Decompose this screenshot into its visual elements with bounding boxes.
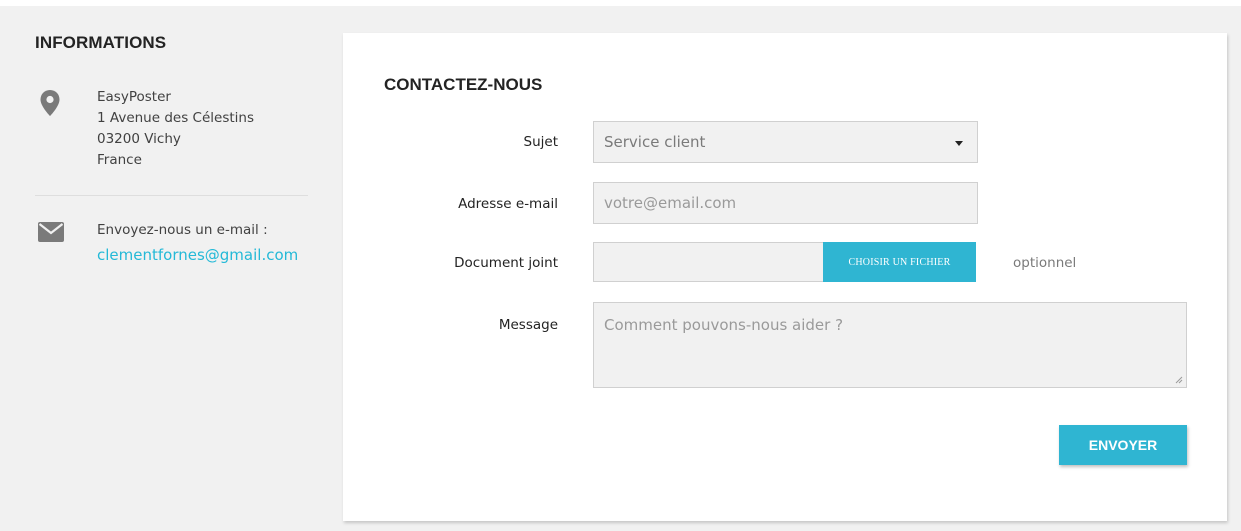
contact-page: INFORMATIONS EasyPoster 1 Avenue des Cél…: [0, 0, 1241, 531]
email-field[interactable]: votre@email.com: [593, 182, 978, 224]
address-city: 03200 Vichy: [97, 131, 181, 147]
message-placeholder: Comment pouvons-nous aider ?: [604, 316, 844, 334]
store-name: EasyPoster: [97, 89, 171, 105]
map-pin-icon: [40, 90, 60, 116]
store-info-sidebar: INFORMATIONS EasyPoster 1 Avenue des Cél…: [35, 33, 310, 264]
resize-handle-icon[interactable]: [1175, 376, 1183, 384]
choose-file-button[interactable]: CHOISIR UN FICHIER: [823, 242, 976, 282]
attachment-label: Document joint: [454, 255, 558, 271]
message-label: Message: [498, 317, 558, 333]
address-country: France: [97, 152, 142, 168]
store-address: EasyPoster 1 Avenue des Célestins 03200 …: [97, 87, 254, 171]
sidebar-divider: [35, 195, 308, 196]
subject-select[interactable]: Service client: [593, 121, 978, 163]
email-placeholder: votre@email.com: [604, 194, 737, 212]
address-block: EasyPoster 1 Avenue des Célestins 03200 …: [35, 87, 310, 177]
email-label: Envoyez-nous un e-mail :: [97, 222, 268, 238]
email-link[interactable]: clementfornes@gmail.com: [35, 243, 307, 268]
form-title: CONTACTEZ-NOUS: [384, 75, 543, 94]
sidebar-title: INFORMATIONS: [35, 33, 167, 52]
subject-selected-value: Service client: [604, 133, 706, 151]
message-textarea[interactable]: Comment pouvons-nous aider ?: [593, 302, 1187, 388]
email-field-label: Adresse e-mail: [458, 196, 558, 212]
attachment-filename-field[interactable]: [593, 242, 824, 282]
top-border: [0, 0, 1241, 6]
address-street: 1 Avenue des Célestins: [97, 110, 254, 126]
envelope-icon: [38, 222, 64, 242]
attachment-optional-hint: optionnel: [1013, 255, 1077, 271]
subject-label: Sujet: [523, 134, 558, 150]
send-button[interactable]: ENVOYER: [1059, 425, 1187, 465]
caret-down-icon: [955, 141, 963, 146]
contact-form-card: CONTACTEZ-NOUS Sujet Service client Adre…: [343, 33, 1227, 521]
